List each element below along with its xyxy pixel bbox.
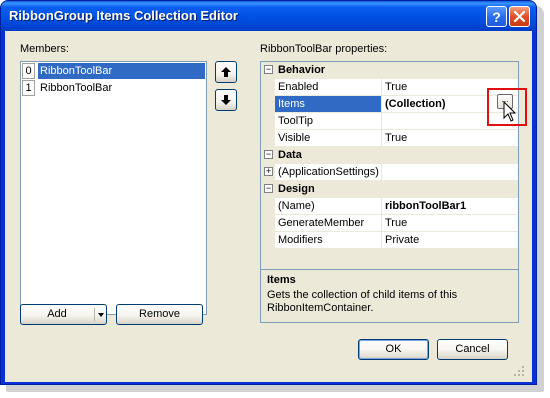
ok-button-label: OK (385, 343, 402, 355)
item-index: 0 (22, 63, 35, 79)
category-behavior: − Behavior (261, 62, 518, 79)
title-bar[interactable]: RibbonGroup Items Collection Editor ? (1, 1, 536, 31)
move-up-icon (221, 67, 231, 77)
item-label: RibbonToolBar (38, 63, 205, 79)
property-row-enabled[interactable]: Enabled True (261, 79, 518, 96)
collapse-icon[interactable]: − (264, 150, 273, 159)
collapse-icon[interactable]: − (264, 184, 273, 193)
category-design: − Design (261, 181, 518, 198)
remove-button[interactable]: Remove (116, 304, 203, 325)
property-value[interactable] (382, 164, 518, 181)
property-value[interactable]: Private (382, 232, 518, 249)
members-listbox[interactable]: 0 RibbonToolBar 1 RibbonToolBar (20, 61, 207, 315)
property-row-tooltip[interactable]: ToolTip (261, 113, 518, 130)
add-button[interactable]: Add (20, 304, 107, 325)
add-button-label: Add (47, 308, 67, 320)
description-title: Items (267, 274, 296, 286)
property-name: Enabled (275, 79, 382, 96)
property-name: Modifiers (275, 232, 382, 249)
split-dropdown-icon[interactable] (98, 313, 104, 317)
item-label: RibbonToolBar (40, 82, 113, 94)
properties-label: RibbonToolBar properties: (260, 43, 388, 55)
members-label: Members: (20, 43, 69, 55)
help-icon: ? (492, 8, 501, 25)
ok-button[interactable]: OK (358, 339, 429, 360)
property-name: (Name) (275, 198, 382, 215)
help-button[interactable]: ? (486, 6, 507, 27)
property-row-generate-member[interactable]: GenerateMember True (261, 215, 518, 232)
category-label: Behavior (278, 64, 326, 76)
description-text: Gets the collection of child items of th… (267, 289, 458, 314)
expand-icon[interactable]: + (264, 167, 273, 176)
property-row-application-settings[interactable]: + (ApplicationSettings) (261, 164, 518, 181)
move-down-button[interactable] (215, 89, 237, 111)
dialog-window: RibbonGroup Items Collection Editor ? Me… (0, 0, 537, 385)
item-index: 1 (22, 80, 35, 96)
property-value[interactable]: True (382, 215, 518, 232)
resize-grip-icon[interactable] (513, 365, 525, 377)
property-name: Visible (275, 130, 382, 147)
property-name: ToolTip (275, 113, 382, 130)
property-row-items[interactable]: Items (Collection) (261, 96, 518, 113)
property-name: GenerateMember (275, 215, 382, 232)
window-title: RibbonGroup Items Collection Editor (9, 8, 238, 23)
category-label: Data (278, 149, 302, 161)
close-button[interactable] (509, 6, 530, 27)
property-row-modifiers[interactable]: Modifiers Private (261, 232, 518, 249)
property-name: Items (275, 96, 382, 113)
remove-button-label: Remove (139, 308, 180, 320)
description-panel: Items Gets the collection of child items… (260, 269, 519, 323)
property-row-name[interactable]: (Name) ribbonToolBar1 (261, 198, 518, 215)
property-value[interactable]: ribbonToolBar1 (382, 198, 518, 215)
close-icon (514, 11, 525, 22)
move-up-button[interactable] (215, 61, 237, 83)
category-data: − Data (261, 147, 518, 164)
property-grid: − Behavior Enabled True Items (Collectio… (260, 61, 519, 281)
cancel-button-label: Cancel (455, 343, 490, 355)
list-item[interactable]: 1 RibbonToolBar (22, 80, 205, 96)
mouse-cursor-icon (503, 101, 517, 122)
split-divider (94, 308, 95, 321)
category-label: Design (278, 183, 315, 195)
property-row-visible[interactable]: Visible True (261, 130, 518, 147)
move-down-icon (221, 95, 231, 105)
property-value[interactable]: True (382, 130, 518, 147)
property-name: (ApplicationSettings) (275, 164, 382, 181)
list-item[interactable]: 0 RibbonToolBar (22, 63, 205, 79)
collapse-icon[interactable]: − (264, 65, 273, 74)
dialog-client-area: Members: 0 RibbonToolBar 1 RibbonToolBar… (5, 31, 532, 382)
cancel-button[interactable]: Cancel (437, 339, 508, 360)
